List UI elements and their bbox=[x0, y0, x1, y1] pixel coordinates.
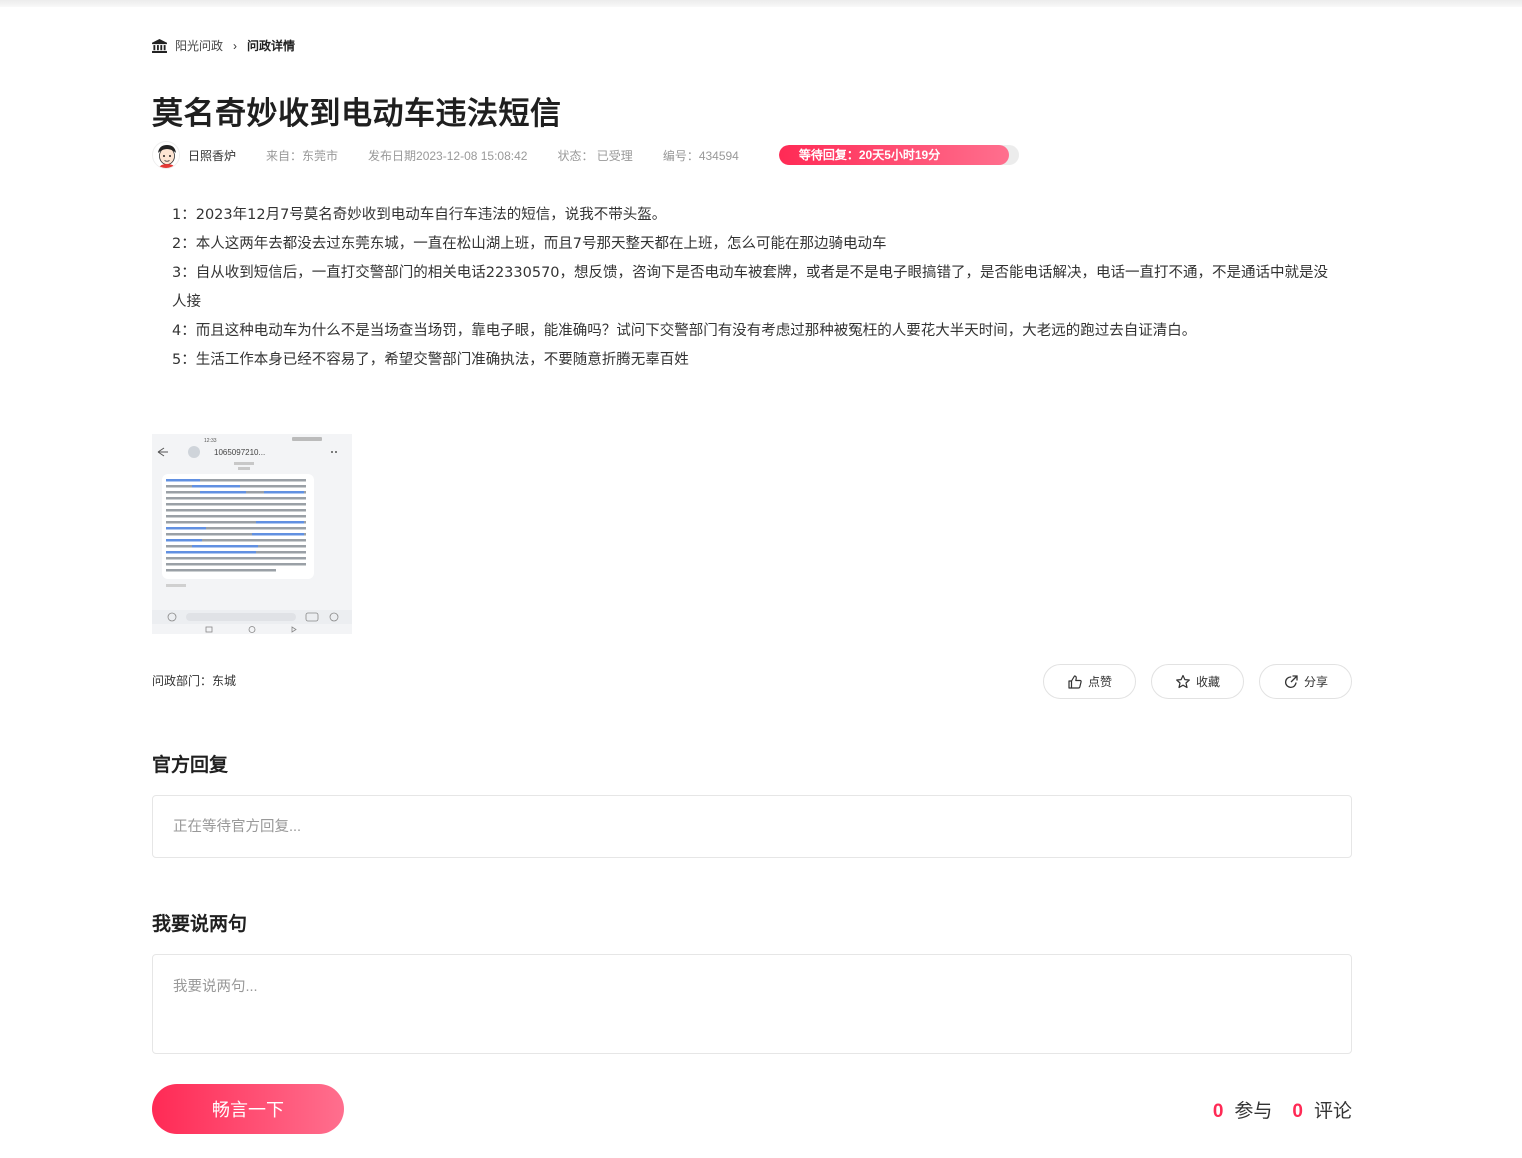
favorite-label: 收藏 bbox=[1195, 675, 1220, 689]
publish-date: 发布日期2023-12-08 15:08:42 bbox=[368, 148, 528, 163]
official-reply-title: 官方回复 bbox=[152, 755, 229, 776]
participants-label: 参与 bbox=[1234, 1101, 1273, 1122]
comments-label: 评论 bbox=[1313, 1101, 1352, 1122]
share-button[interactable]: 分享 bbox=[1259, 664, 1352, 699]
waiting-reply-text: 等待回复：20天5小时19分 bbox=[798, 148, 941, 162]
post-number: 编号：434594 bbox=[662, 148, 739, 163]
engagement-stats: 0 参与 0 评论 bbox=[1213, 1096, 1352, 1123]
content-paragraph: 2：本人这两年去都没去过东莞东城，一直在松山湖上班，而且7号那天整天都在上班，怎… bbox=[172, 236, 887, 252]
content-paragraph: 3：自从收到短信后，一直打交警部门的相关电话22330570，想反馈，咨询下是否… bbox=[172, 265, 1329, 310]
content-paragraph: 4：而且这种电动车为什么不是当场查当场罚，靠电子眼，能准确吗？试问下交警部门有没… bbox=[172, 323, 1197, 339]
author-name[interactable]: 日照香炉 bbox=[188, 147, 236, 164]
like-label: 点赞 bbox=[1087, 675, 1112, 689]
post-meta: 日照香炉 来自：东莞市 发布日期2023-12-08 15:08:42 状态： … bbox=[152, 140, 1019, 170]
top-bar bbox=[0, 0, 1522, 7]
attachment-image[interactable]: 12:33 1065097210... bbox=[152, 434, 352, 634]
breadcrumb: 阳光问政 › 问政详情 bbox=[152, 37, 295, 54]
like-button[interactable]: 点赞 bbox=[1043, 664, 1136, 699]
phone-status-time: 12:33 bbox=[204, 438, 217, 444]
submit-comment-button[interactable]: 畅言一下 bbox=[152, 1084, 344, 1134]
thumbs-up-icon bbox=[1068, 674, 1082, 689]
chevron-right-icon: › bbox=[233, 38, 238, 53]
post-content: 1：2023年12月7号莫名奇妙收到电动车自行车违法的短信，说我不带头盔。 2：… bbox=[172, 201, 1342, 375]
comment-section-title: 我要说两句 bbox=[152, 914, 248, 935]
comment-input[interactable] bbox=[152, 954, 1352, 1054]
department: 问政部门：东城 bbox=[152, 674, 237, 688]
source-city: 来自：东莞市 bbox=[266, 148, 339, 163]
star-icon bbox=[1176, 674, 1190, 688]
status-badge: 状态： 已受理 bbox=[557, 148, 633, 163]
avatar[interactable] bbox=[152, 141, 180, 169]
share-label: 分享 bbox=[1303, 675, 1328, 689]
comments-count: 0 bbox=[1292, 1101, 1303, 1122]
government-building-icon bbox=[152, 38, 167, 53]
post-actions: 点赞 收藏 分享 bbox=[1043, 664, 1352, 699]
participants-count: 0 bbox=[1212, 1101, 1224, 1122]
favorite-button[interactable]: 收藏 bbox=[1151, 664, 1244, 699]
breadcrumb-current: 问政详情 bbox=[247, 39, 296, 53]
page-title: 莫名奇妙收到电动车违法短信 bbox=[152, 96, 562, 131]
waiting-reply-progress: 等待回复：20天5小时19分 bbox=[778, 145, 1019, 165]
content-paragraph: 5：生活工作本身已经不容易了，希望交警部门准确执法，不要随意折腾无辜百姓 bbox=[172, 352, 689, 368]
content-paragraph: 1：2023年12月7号莫名奇妙收到电动车自行车违法的短信，说我不带头盔。 bbox=[172, 207, 667, 223]
breadcrumb-home-link[interactable]: 阳光问政 bbox=[175, 37, 223, 54]
official-reply-box: 正在等待官方回复... bbox=[152, 795, 1352, 858]
sms-sender-number: 1065097210... bbox=[214, 448, 265, 457]
share-icon bbox=[1285, 674, 1298, 688]
